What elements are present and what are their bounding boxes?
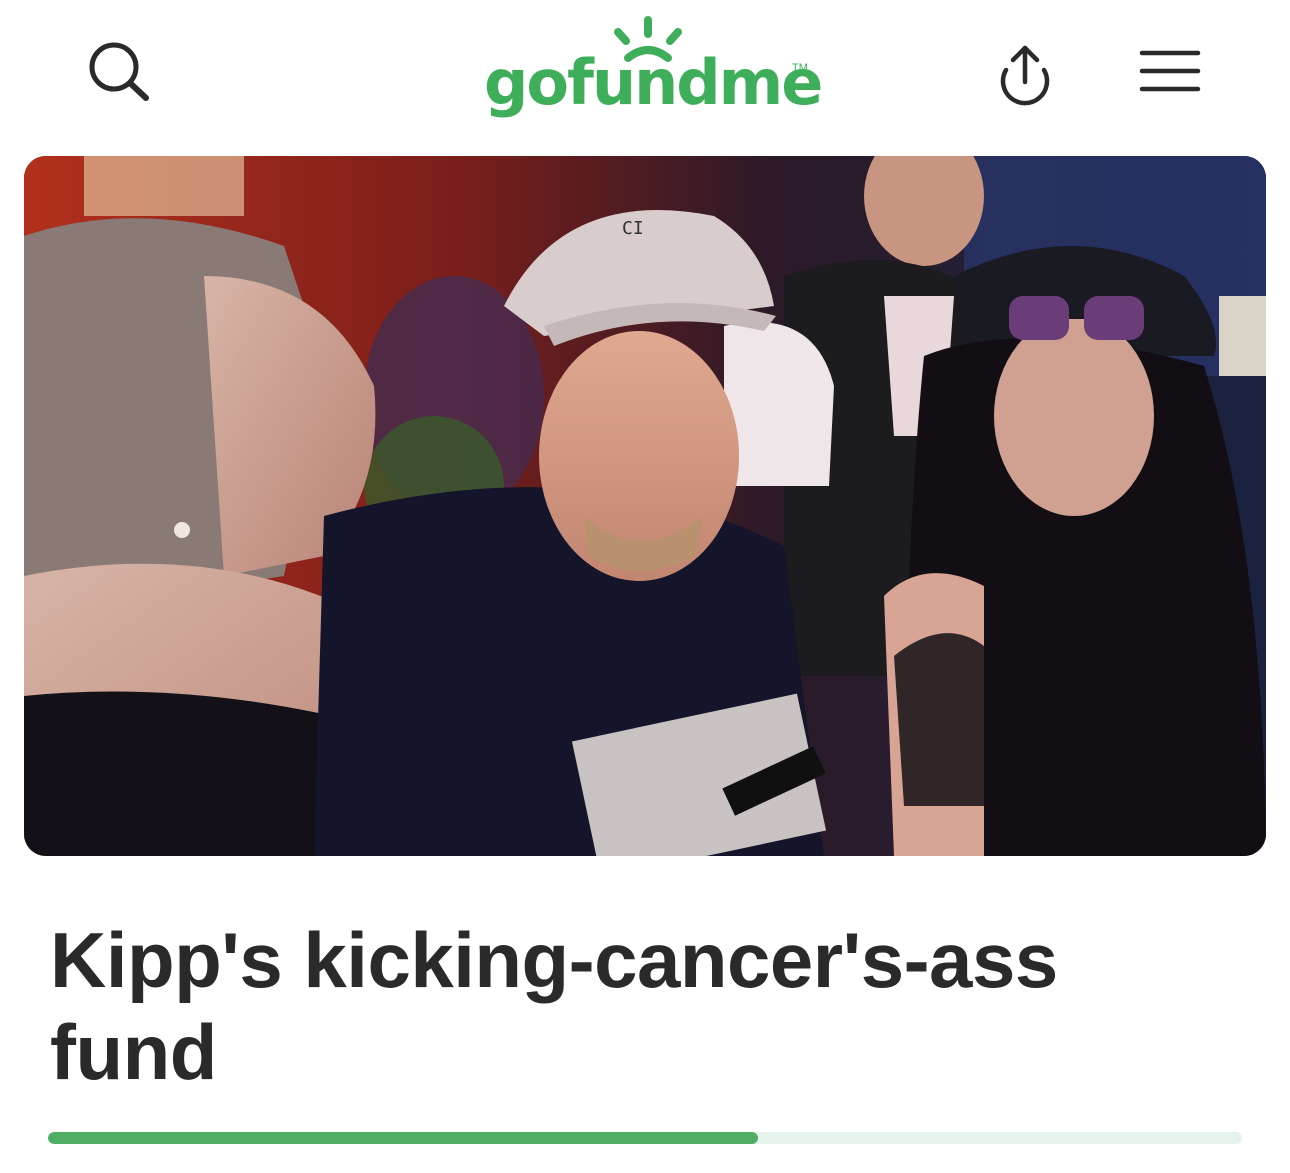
logo-trademark: TM — [792, 62, 808, 74]
share-icon[interactable] — [992, 40, 1058, 106]
donation-progress-fill — [48, 1132, 759, 1144]
gofundme-logo[interactable]: gofundme TM — [484, 14, 823, 132]
campaign-hero-photo[interactable]: CI — [24, 156, 1266, 856]
search-icon[interactable] — [84, 38, 156, 106]
donation-progress-bar — [48, 1132, 1242, 1144]
campaign-title: Kipp's kicking-cancer's-ass fund — [50, 916, 1058, 1096]
svg-text:CI: CI — [622, 218, 644, 239]
logo-wordmark: gofundme — [484, 46, 823, 119]
top-nav-bar: gofundme TM — [0, 0, 1290, 150]
menu-icon[interactable] — [1138, 48, 1202, 96]
